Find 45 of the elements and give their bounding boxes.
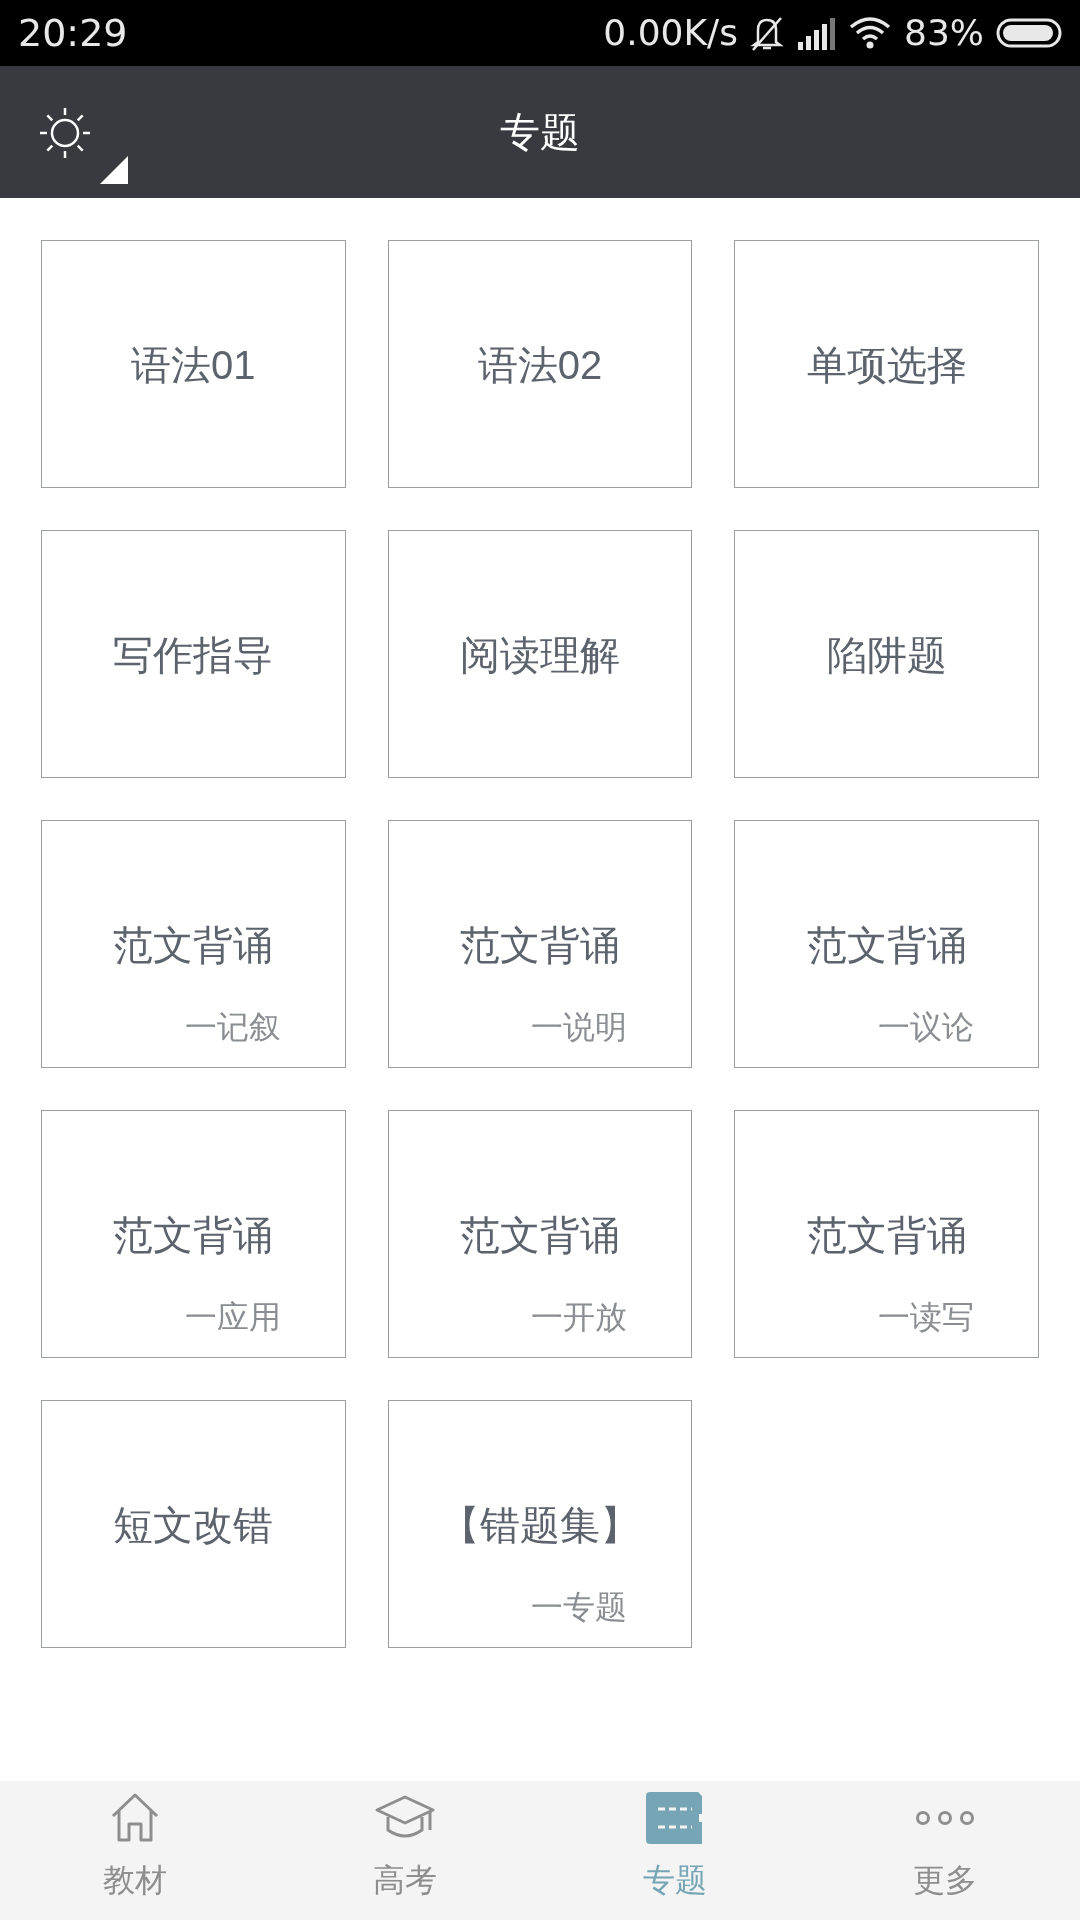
topic-subtitle: 一开放: [531, 1298, 628, 1337]
signal-icon: [796, 16, 836, 50]
topic-card[interactable]: 语法01: [41, 240, 346, 488]
battery-percent: 83%: [904, 11, 984, 55]
topic-title: 写作指导: [113, 632, 274, 679]
status-time: 20:29: [18, 9, 128, 57]
topic-card[interactable]: 短文改错: [41, 1400, 346, 1648]
topic-card[interactable]: 阅读理解: [387, 530, 693, 778]
topic-subtitle: 一专题: [531, 1588, 628, 1627]
topic-subtitle: 一应用: [184, 1298, 281, 1337]
list-card-icon: [646, 1792, 704, 1844]
topic-card[interactable]: 范文背诵 一说明: [387, 820, 693, 1068]
topic-card[interactable]: 陷阱题: [734, 530, 1039, 778]
topic-subtitle: 一记叙: [184, 1008, 281, 1047]
topic-card[interactable]: 范文背诵 一议论: [734, 820, 1039, 1068]
battery-icon: [996, 18, 1062, 48]
topic-card[interactable]: 【错题集】 一专题: [387, 1400, 693, 1648]
topic-card[interactable]: 范文背诵 一读写: [734, 1110, 1039, 1358]
topic-title: 范文背诵: [113, 922, 274, 969]
topic-subtitle: 一说明: [531, 1008, 628, 1047]
topic-title: 短文改错: [113, 1502, 274, 1549]
topic-card[interactable]: 范文背诵 一应用: [41, 1110, 346, 1358]
topic-title: 阅读理解: [460, 632, 620, 679]
topic-title: 陷阱题: [826, 632, 947, 679]
topic-title: 语法01: [131, 342, 256, 389]
topic-card[interactable]: 范文背诵 一开放: [387, 1110, 693, 1358]
topic-title: 范文背诵: [113, 1212, 274, 1259]
wifi-icon: [848, 15, 892, 51]
topic-subtitle: 一议论: [878, 1008, 974, 1047]
topic-title: 【错题集】: [440, 1502, 640, 1549]
topic-card[interactable]: 写作指导: [41, 530, 346, 778]
topic-card[interactable]: 语法02: [387, 240, 693, 488]
topic-title: 单项选择: [806, 342, 967, 389]
corner-triangle-icon: [100, 156, 128, 184]
topic-card[interactable]: 范文背诵 一记叙: [41, 820, 346, 1068]
topic-title: 范文背诵: [460, 1212, 620, 1259]
topic-subtitle: 一读写: [878, 1298, 974, 1337]
network-speed: 0.00K/s: [603, 11, 738, 55]
topic-title: 范文背诵: [806, 922, 967, 969]
topic-title: 范文背诵: [806, 1212, 967, 1259]
more-icon: [915, 1808, 975, 1828]
topic-title: 语法02: [477, 342, 603, 389]
page-title: 专题: [500, 109, 580, 156]
topic-card[interactable]: 单项选择: [734, 240, 1039, 488]
topic-title: 范文背诵: [460, 922, 620, 969]
